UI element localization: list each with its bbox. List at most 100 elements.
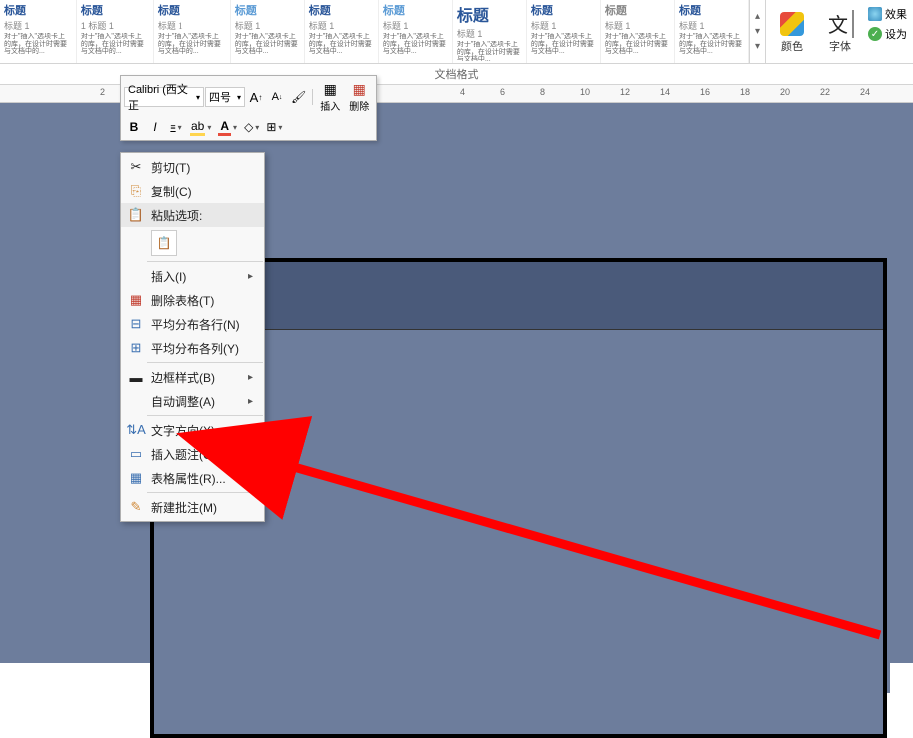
shading-button[interactable]: ◇▾ (241, 117, 262, 137)
menu-insert[interactable]: 插入(I) ▸ (121, 264, 264, 288)
mini-toolbar: Calibri (西文正▾ 四号▾ A↑ A↓ 🖌 ▦ 插入 ▦ 删除 B I … (120, 75, 377, 141)
insert-label: 插入 (320, 98, 340, 113)
font-size-select[interactable]: 四号▾ (205, 87, 245, 107)
delete-label: 删除 (349, 98, 369, 113)
style-item[interactable]: 标题 标题 1 对于"插入"选项卡上的库，在设计时需要与文档中... (527, 0, 601, 63)
borders-icon: ⊞ (266, 120, 276, 134)
scissors-icon: ✂ (125, 159, 147, 175)
menu-separator (147, 362, 263, 363)
underline-button[interactable]: ≡▾ (166, 117, 186, 137)
menu-table-properties[interactable]: ▦ 表格属性(R)... (121, 466, 264, 490)
comment-icon: ✎ (125, 499, 147, 515)
grow-font-button[interactable]: A↑ (246, 87, 266, 107)
menu-separator (147, 261, 263, 262)
insert-table-button[interactable]: ▦ 插入 (316, 79, 344, 115)
set-default-button[interactable]: ✓ 设为 (868, 26, 907, 42)
menu-border-styles[interactable]: ▬ 边框样式(B) ▸ (121, 365, 264, 389)
style-preview: 对于"插入"选项卡上的库，在设计时需要与文档中... (679, 33, 744, 61)
style-subtitle: 标题 1 (158, 19, 226, 32)
gallery-more-icon[interactable]: ▾ (753, 39, 762, 54)
delete-table-button[interactable]: ▦ 删除 (345, 79, 373, 115)
menu-new-comment[interactable]: ✎ 新建批注(M) (121, 495, 264, 519)
borders-button[interactable]: ⊞▾ (263, 117, 285, 137)
style-item[interactable]: 标题 标题 1 对于"插入"选项卡上的库，在设计时需要与文档中... (379, 0, 453, 63)
fonts-icon: 文 (826, 10, 854, 38)
gallery-up-icon[interactable]: ▴ (753, 9, 762, 24)
paste-keep-source-button[interactable]: 📋 (151, 230, 177, 256)
table-insert-icon: ▦ (324, 81, 337, 98)
format-painter-button[interactable]: 🖌 (288, 87, 309, 107)
style-item[interactable]: 标题 1 标题 1 对于"插入"选项卡上的库，在设计时需要与文档中的... (77, 0, 154, 63)
ruler-mark: 20 (780, 87, 790, 97)
paintbrush-icon: 🖌 (291, 90, 306, 104)
copy-icon: ⎘ (125, 183, 147, 199)
style-item[interactable]: 标题 标题 1 对于"插入"选项卡上的库，在设计时需要与文档中... (305, 0, 379, 63)
colors-button[interactable]: 颜色 (770, 2, 814, 61)
fonts-button[interactable]: 文 字体 (818, 2, 862, 61)
style-subtitle: 标题 1 (309, 19, 374, 32)
menu-distribute-cols[interactable]: ⊞ 平均分布各列(Y) (121, 336, 264, 360)
menu-distribute-rows[interactable]: ⊟ 平均分布各行(N) (121, 312, 264, 336)
style-title: 标题 (531, 2, 596, 18)
menu-auto-fit[interactable]: 自动调整(A) ▸ (121, 389, 264, 413)
chevron-right-icon: ▸ (248, 271, 260, 282)
style-title: 标题 (235, 2, 300, 18)
style-item[interactable]: 标题 标题 1 对于"插入"选项卡上的库，在设计时需要与文档中的... (154, 0, 231, 63)
style-title: 标题 (605, 2, 670, 18)
menu-delete-table[interactable]: ▦ 删除表格(T) (121, 288, 264, 312)
ruler-mark: 6 (500, 87, 505, 97)
ruler-mark: 10 (580, 87, 590, 97)
menu-copy[interactable]: ⎘ 复制(C) (121, 179, 264, 203)
text-direction-icon: ⇅A (125, 422, 147, 438)
effects-icon (868, 7, 882, 21)
set-default-label: 设为 (885, 26, 907, 42)
style-subtitle: 标题 1 (4, 19, 72, 32)
style-preview: 对于"插入"选项卡上的库，在设计时需要与文档中... (309, 33, 374, 61)
menu-text-direction[interactable]: ⇅A 文字方向(X)... (121, 418, 264, 442)
style-title: 标题 (81, 2, 149, 18)
menu-paste-options[interactable]: 📋 粘贴选项: (121, 203, 264, 227)
style-preview: 对于"插入"选项卡上的库，在设计时需要与文档中的... (81, 33, 149, 61)
highlight-icon: ab (190, 119, 205, 136)
menu-separator (147, 492, 263, 493)
table-delete-icon: ▦ (353, 81, 366, 98)
highlight-button[interactable]: ab▾ (187, 117, 214, 137)
ruler-mark: 16 (700, 87, 710, 97)
gallery-down-icon[interactable]: ▾ (753, 24, 762, 39)
menu-insert-caption[interactable]: ▭ 插入题注(C)... (121, 442, 264, 466)
font-family-select[interactable]: Calibri (西文正▾ (124, 87, 204, 107)
font-family-value: Calibri (西文正 (128, 81, 196, 113)
font-color-button[interactable]: A▾ (215, 117, 240, 137)
chevron-right-icon: ▸ (248, 396, 260, 407)
style-preview: 对于"插入"选项卡上的库，在设计时需要与文档中... (605, 33, 670, 61)
style-item[interactable]: 标题 标题 1 对于"插入"选项卡上的库，在设计时需要与文档中... (231, 0, 305, 63)
ruler-mark: 2 (100, 87, 105, 97)
effects-button[interactable]: 效果 (868, 6, 907, 22)
style-subtitle: 标题 1 (605, 19, 670, 32)
distribute-rows-icon: ⊟ (125, 316, 147, 332)
style-preview: 对于"插入"选项卡上的库，在设计时需要与文档中... (235, 33, 300, 61)
menu-cut[interactable]: ✂ 剪切(T) (121, 155, 264, 179)
style-item[interactable]: 标题 标题 1 对于"插入"选项卡上的库，在设计时需要与文档中的... (0, 0, 77, 63)
style-subtitle: 标题 1 (531, 19, 596, 32)
style-item[interactable]: 标题 标题 1 对于"插入"选项卡上的库，在设计时需要与文档中... (601, 0, 675, 63)
shrink-font-button[interactable]: A↓ (267, 87, 287, 107)
style-subtitle: 标题 1 (235, 19, 300, 32)
font-size-value: 四号 (209, 89, 231, 105)
caption-icon: ▭ (125, 446, 147, 462)
table-properties-icon: ▦ (125, 470, 147, 486)
effects-label: 效果 (885, 6, 907, 22)
paste-clipboard-icon: 📋 (157, 236, 172, 250)
bold-button[interactable]: B (124, 117, 144, 137)
italic-button[interactable]: I (145, 117, 165, 137)
bucket-icon: ◇ (244, 120, 253, 134)
colors-icon (778, 10, 806, 38)
style-subtitle: 标题 1 (457, 27, 522, 40)
ruler-mark: 8 (540, 87, 545, 97)
gallery-expand: ▴ ▾ ▾ (750, 0, 766, 63)
style-subtitle: 标题 1 (679, 19, 744, 32)
style-item[interactable]: 标题 标题 1 对于"插入"选项卡上的库，在设计时需要与文档中... (453, 0, 527, 63)
style-item[interactable]: 标题 标题 1 对于"插入"选项卡上的库，在设计时需要与文档中... (675, 0, 749, 63)
style-subtitle: 1 标题 1 (81, 19, 149, 32)
check-icon: ✓ (868, 27, 882, 41)
